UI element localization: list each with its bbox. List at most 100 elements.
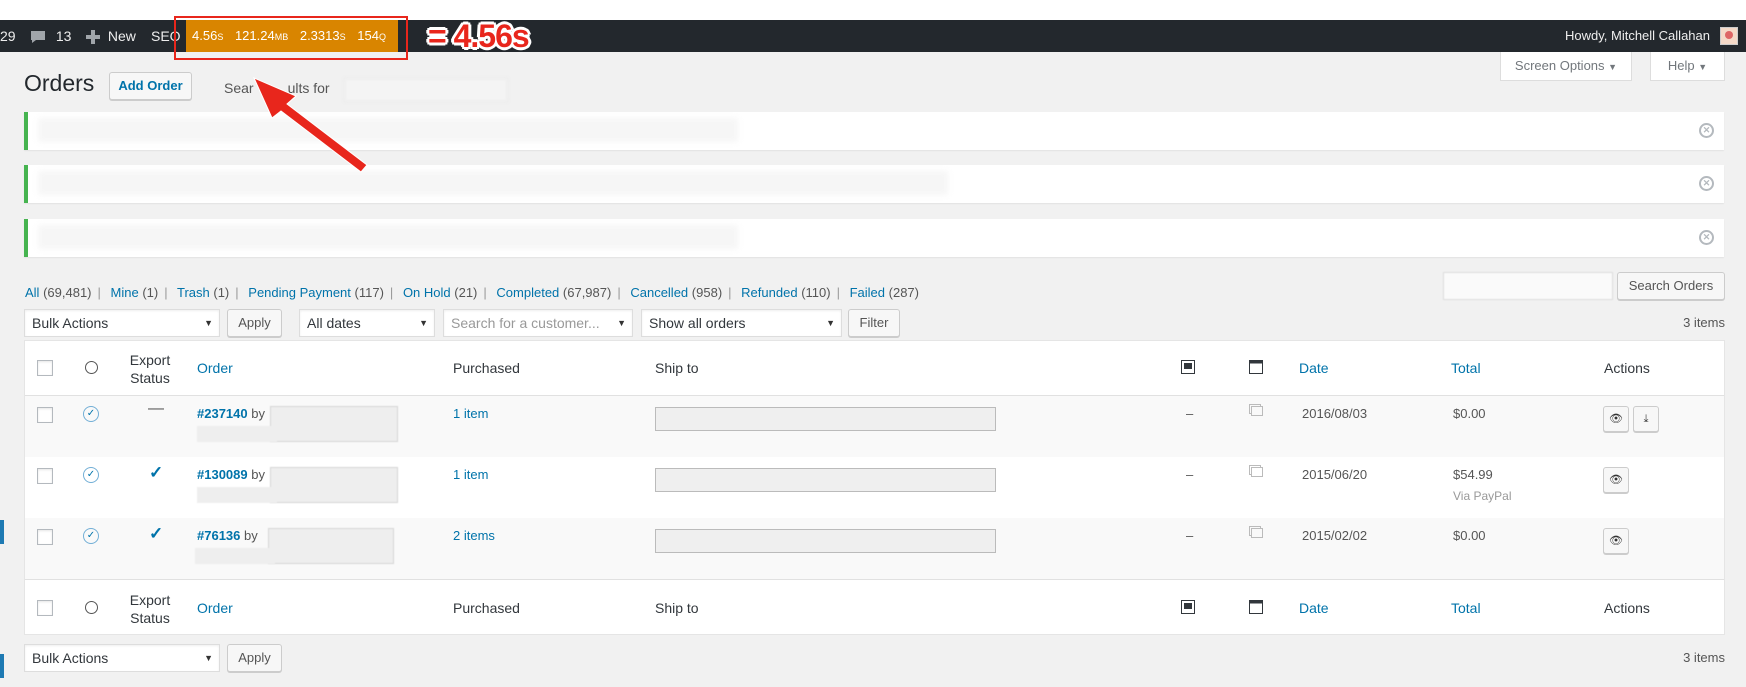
- select-all-checkbox[interactable]: [37, 360, 53, 376]
- eye-icon: 👁: [1609, 474, 1623, 486]
- order-title: #76136 by: [197, 528, 258, 543]
- view-order-button[interactable]: 👁: [1603, 467, 1629, 493]
- customer-message-empty: –: [1186, 467, 1194, 482]
- order-date: 2016/08/03: [1302, 406, 1368, 421]
- filter-all: All (69,481): [25, 285, 92, 300]
- export-order-button[interactable]: ⤓: [1633, 406, 1659, 432]
- order-notes-icon: [1249, 526, 1263, 541]
- left-edge-accent: [0, 654, 4, 678]
- order-total: $54.99: [1453, 467, 1493, 482]
- redacted-customer: [268, 528, 394, 564]
- redacted-ship-to: [655, 468, 996, 492]
- eye-icon: 👁: [1609, 535, 1623, 547]
- search-results-subtitle: Sear ults for: [224, 80, 330, 96]
- order-status-filters: All (69,481) | Mine (1) | Trash (1) | Pendi…: [25, 285, 919, 300]
- redacted-customer: [270, 467, 398, 503]
- order-date: 2015/06/20: [1302, 467, 1368, 482]
- redacted-ship-to: [655, 407, 996, 431]
- search-orders-button[interactable]: Search Orders: [1617, 272, 1725, 300]
- dismiss-icon[interactable]: ✕: [1699, 230, 1714, 245]
- howdy-user-menu[interactable]: Howdy, Mitchell Callahan: [1565, 20, 1710, 52]
- column-date-footer[interactable]: Date: [1299, 600, 1329, 616]
- column-order-footer[interactable]: Order: [197, 600, 233, 616]
- payment-method: Via PayPal: [1453, 489, 1512, 503]
- filter-mine: Mine (1): [110, 285, 159, 300]
- plus-icon: [86, 28, 100, 45]
- customer-message-column-icon: [1181, 600, 1195, 617]
- filter-refunded: Refunded (110): [741, 285, 831, 300]
- select-all-checkbox-footer[interactable]: [37, 600, 53, 616]
- table-row[interactable]: ✓ ✓ #76136 by 2 items – 2015/02/02 $0.00…: [25, 518, 1724, 579]
- purchased-items-link[interactable]: 2 items: [453, 528, 495, 543]
- column-order[interactable]: Order: [197, 360, 233, 376]
- order-notes-column-icon: [1249, 360, 1263, 377]
- column-ship-to-footer: Ship to: [655, 600, 699, 616]
- redacted-notice-text: [38, 225, 738, 249]
- dismiss-icon[interactable]: ✕: [1699, 176, 1714, 191]
- purchased-items-link[interactable]: 1 item: [453, 406, 488, 421]
- table-row[interactable]: ✓ — #237140 by 1 item – 2016/08/03 $0.00…: [25, 396, 1724, 457]
- not-exported-icon: —: [148, 400, 164, 417]
- comment-icon: [30, 28, 46, 44]
- items-count-top: 3 items: [1683, 315, 1725, 330]
- order-title: #237140 by: [197, 406, 265, 421]
- help-tab[interactable]: Help ▼: [1650, 52, 1725, 81]
- updates-count[interactable]: 29: [0, 20, 16, 52]
- processing-status-icon: ✓: [83, 528, 99, 544]
- add-order-button[interactable]: Add Order: [109, 72, 192, 100]
- screen-options-tab[interactable]: Screen Options ▼: [1500, 52, 1632, 81]
- customer-message-column-icon: [1181, 360, 1195, 377]
- column-total[interactable]: Total: [1451, 360, 1481, 376]
- admin-notice-2: ✕: [24, 165, 1724, 203]
- table-row[interactable]: ✓ ✓ #130089 by 1 item – 2015/06/20 $54.9…: [25, 457, 1724, 518]
- view-order-button[interactable]: 👁: [1603, 528, 1629, 554]
- view-order-button[interactable]: 👁: [1603, 406, 1629, 432]
- eye-icon: 👁: [1609, 413, 1623, 425]
- page-title: Orders: [24, 70, 95, 96]
- order-total: $0.00: [1453, 406, 1486, 421]
- items-count-bottom: 3 items: [1683, 650, 1725, 665]
- filter-pending-payment: Pending Payment (117): [248, 285, 384, 300]
- purchased-items-link[interactable]: 1 item: [453, 467, 488, 482]
- annotation-label: = 4.56s: [428, 18, 530, 54]
- comments-menu[interactable]: 13: [30, 20, 71, 52]
- orders-type-select[interactable]: Show all orders ▼: [641, 309, 842, 337]
- column-purchased: Purchased: [453, 360, 520, 376]
- bulk-actions-select[interactable]: Bulk Actions ▼: [24, 309, 220, 337]
- row-checkbox[interactable]: [37, 468, 53, 484]
- filter-cancelled: Cancelled (958): [630, 285, 723, 300]
- customer-message-empty: –: [1186, 406, 1194, 421]
- admin-notice-3: ✕: [24, 219, 1724, 257]
- search-orders-input[interactable]: [1443, 272, 1613, 300]
- apply-button-bottom[interactable]: Apply: [227, 644, 282, 672]
- apply-button[interactable]: Apply: [227, 309, 282, 337]
- column-export-status: Export Status: [129, 352, 171, 386]
- row-checkbox[interactable]: [37, 529, 53, 545]
- column-actions: Actions: [1604, 360, 1650, 376]
- filter-button[interactable]: Filter: [848, 309, 900, 337]
- processing-status-icon: ✓: [83, 467, 99, 483]
- column-total-footer[interactable]: Total: [1451, 600, 1481, 616]
- processing-status-icon: ✓: [83, 406, 99, 422]
- new-content-menu[interactable]: New: [86, 20, 136, 52]
- dates-select[interactable]: All dates ▼: [299, 309, 435, 337]
- order-link[interactable]: #237140: [197, 406, 248, 421]
- avatar[interactable]: [1720, 27, 1738, 45]
- order-date: 2015/02/02: [1302, 528, 1368, 543]
- bulk-actions-select-bottom[interactable]: Bulk Actions ▼: [24, 644, 220, 672]
- customer-search-select[interactable]: Search for a customer... ▼: [443, 309, 633, 337]
- row-checkbox[interactable]: [37, 407, 53, 423]
- redacted-notice-text: [38, 171, 948, 195]
- annotation-highlight-box: [174, 16, 408, 60]
- exported-checkmark-icon: ✓: [149, 463, 164, 482]
- order-notes-icon: [1249, 404, 1263, 419]
- order-link[interactable]: #130089: [197, 467, 248, 482]
- download-icon: ⤓: [1643, 413, 1649, 425]
- order-link[interactable]: #76136: [197, 528, 240, 543]
- dismiss-icon[interactable]: ✕: [1699, 123, 1714, 138]
- new-label: New: [107, 28, 136, 44]
- comments-count: 13: [55, 28, 72, 44]
- column-date[interactable]: Date: [1299, 360, 1329, 376]
- column-purchased-footer: Purchased: [453, 600, 520, 616]
- filter-trash: Trash (1): [177, 285, 230, 300]
